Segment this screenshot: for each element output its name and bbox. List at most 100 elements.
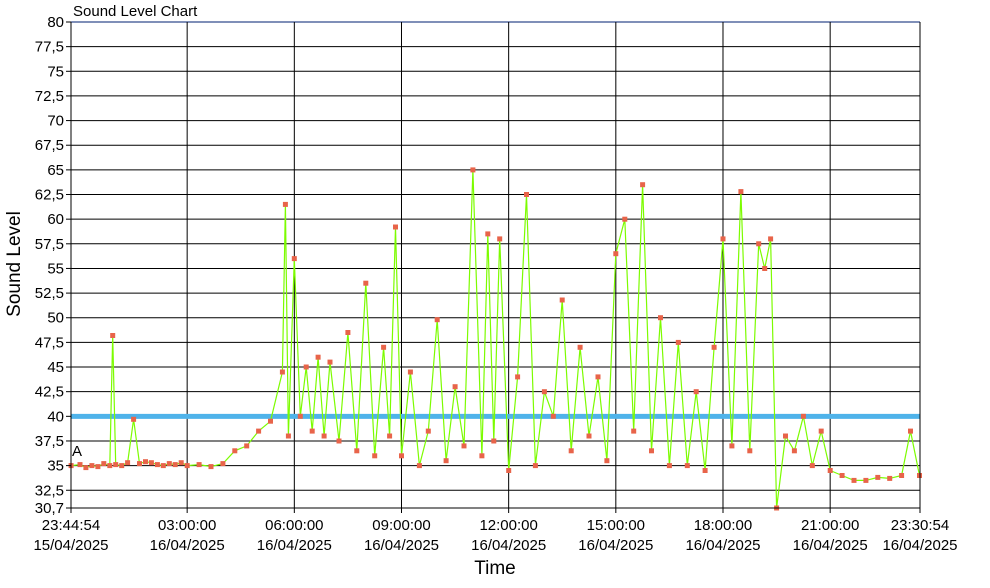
data-point [711, 344, 717, 350]
data-point [137, 461, 142, 467]
data-point [393, 224, 398, 230]
data-point [550, 413, 556, 419]
data-point [172, 462, 178, 468]
y-tick-label: 35 [47, 458, 64, 475]
data-point [720, 236, 726, 242]
data-point [604, 458, 610, 464]
data-point [363, 280, 369, 286]
y-tick-label: 62,5 [35, 187, 64, 204]
data-point [154, 462, 160, 468]
data-point [285, 433, 291, 439]
sound-level-chart: Sound Level Chart A 80 77,5 75 72,5 70 67,5 65… [0, 0, 990, 588]
data-point [434, 317, 440, 323]
x-tick-label-time: 09:00:00 [372, 517, 430, 534]
data-point [89, 463, 95, 469]
data-point [702, 468, 708, 473]
data-point [613, 251, 619, 257]
x-tick-label-date: 16/04/2025 [685, 537, 760, 554]
data-point [268, 418, 273, 424]
data-point [107, 463, 113, 469]
data-point [95, 464, 101, 470]
data-point [178, 460, 184, 466]
y-tick-label: 67,5 [35, 137, 64, 154]
data-point [166, 461, 172, 467]
data-point [497, 236, 503, 242]
y-tick-label: 32,5 [35, 482, 64, 499]
data-point [827, 468, 833, 473]
x-tick-label-date: 15/04/2025 [33, 537, 108, 554]
data-point [658, 315, 663, 321]
x-tick-label-date: 16/04/2025 [578, 537, 653, 554]
reference-marker-label: A [72, 443, 82, 460]
data-point [315, 354, 321, 360]
data-point [220, 461, 226, 467]
y-tick-label: 37,5 [35, 433, 64, 450]
data-point [297, 413, 303, 419]
data-point [354, 448, 360, 454]
data-point [381, 344, 387, 350]
data-point [809, 463, 815, 469]
data-point [387, 433, 393, 439]
data-point [491, 438, 497, 444]
data-point [577, 344, 583, 350]
data-point [649, 448, 654, 454]
data-point [631, 428, 637, 434]
data-point [83, 465, 89, 471]
data-point [768, 236, 774, 242]
data-point [119, 463, 125, 469]
data-point [160, 463, 166, 469]
y-tick-label: 52,5 [35, 285, 64, 302]
data-point [131, 416, 137, 422]
y-tick-label: 72,5 [35, 88, 64, 105]
y-tick-label: 30,7 [35, 500, 64, 517]
data-point [559, 297, 565, 303]
data-point [336, 438, 342, 444]
data-point [818, 428, 824, 434]
data-point [399, 453, 404, 459]
chart-title: Sound Level Chart [73, 3, 198, 20]
data-point [875, 474, 881, 480]
data-point [101, 461, 107, 467]
x-tick-label-time: 18:00:00 [694, 517, 752, 534]
x-tick-label-date: 16/04/2025 [150, 537, 225, 554]
data-point [461, 443, 467, 449]
data-point [908, 428, 913, 434]
x-tick-label-date: 16/04/2025 [364, 537, 439, 554]
data-point [416, 463, 422, 469]
data-point [568, 448, 574, 454]
data-point [321, 433, 327, 439]
data-point [622, 216, 628, 222]
x-tick-label-time: 21:00:00 [801, 517, 859, 534]
x-tick-label-time: 12:00:00 [479, 517, 537, 534]
y-tick-label: 50 [47, 310, 64, 327]
data-point [666, 463, 672, 469]
data-point [738, 189, 744, 195]
x-tick-label-time: 03:00:00 [158, 517, 216, 534]
data-point [747, 448, 753, 454]
data-point [256, 428, 262, 434]
data-point [729, 443, 735, 449]
data-point [762, 266, 768, 271]
data-point [443, 458, 449, 464]
data-point [125, 460, 131, 466]
data-point [851, 477, 857, 483]
x-tick-label-date: 16/04/2025 [882, 537, 957, 554]
data-point [143, 459, 148, 465]
data-point [407, 369, 413, 375]
data-point [196, 462, 202, 468]
data-point [541, 389, 547, 395]
data-point [279, 369, 285, 375]
data-point [425, 428, 431, 434]
y-tick-label: 75 [47, 63, 64, 80]
data-point [372, 453, 378, 459]
data-point [783, 433, 788, 439]
data-point [452, 384, 458, 390]
data-point [77, 462, 83, 468]
x-tick-label-time: 23:44:54 [42, 517, 100, 534]
data-point [470, 167, 476, 173]
y-tick-label: 80 [47, 14, 64, 31]
x-tick-label-time: 23:30:54 [891, 517, 949, 534]
data-point [515, 374, 521, 380]
x-tick-label-date: 16/04/2025 [793, 537, 868, 554]
data-point [756, 241, 762, 247]
